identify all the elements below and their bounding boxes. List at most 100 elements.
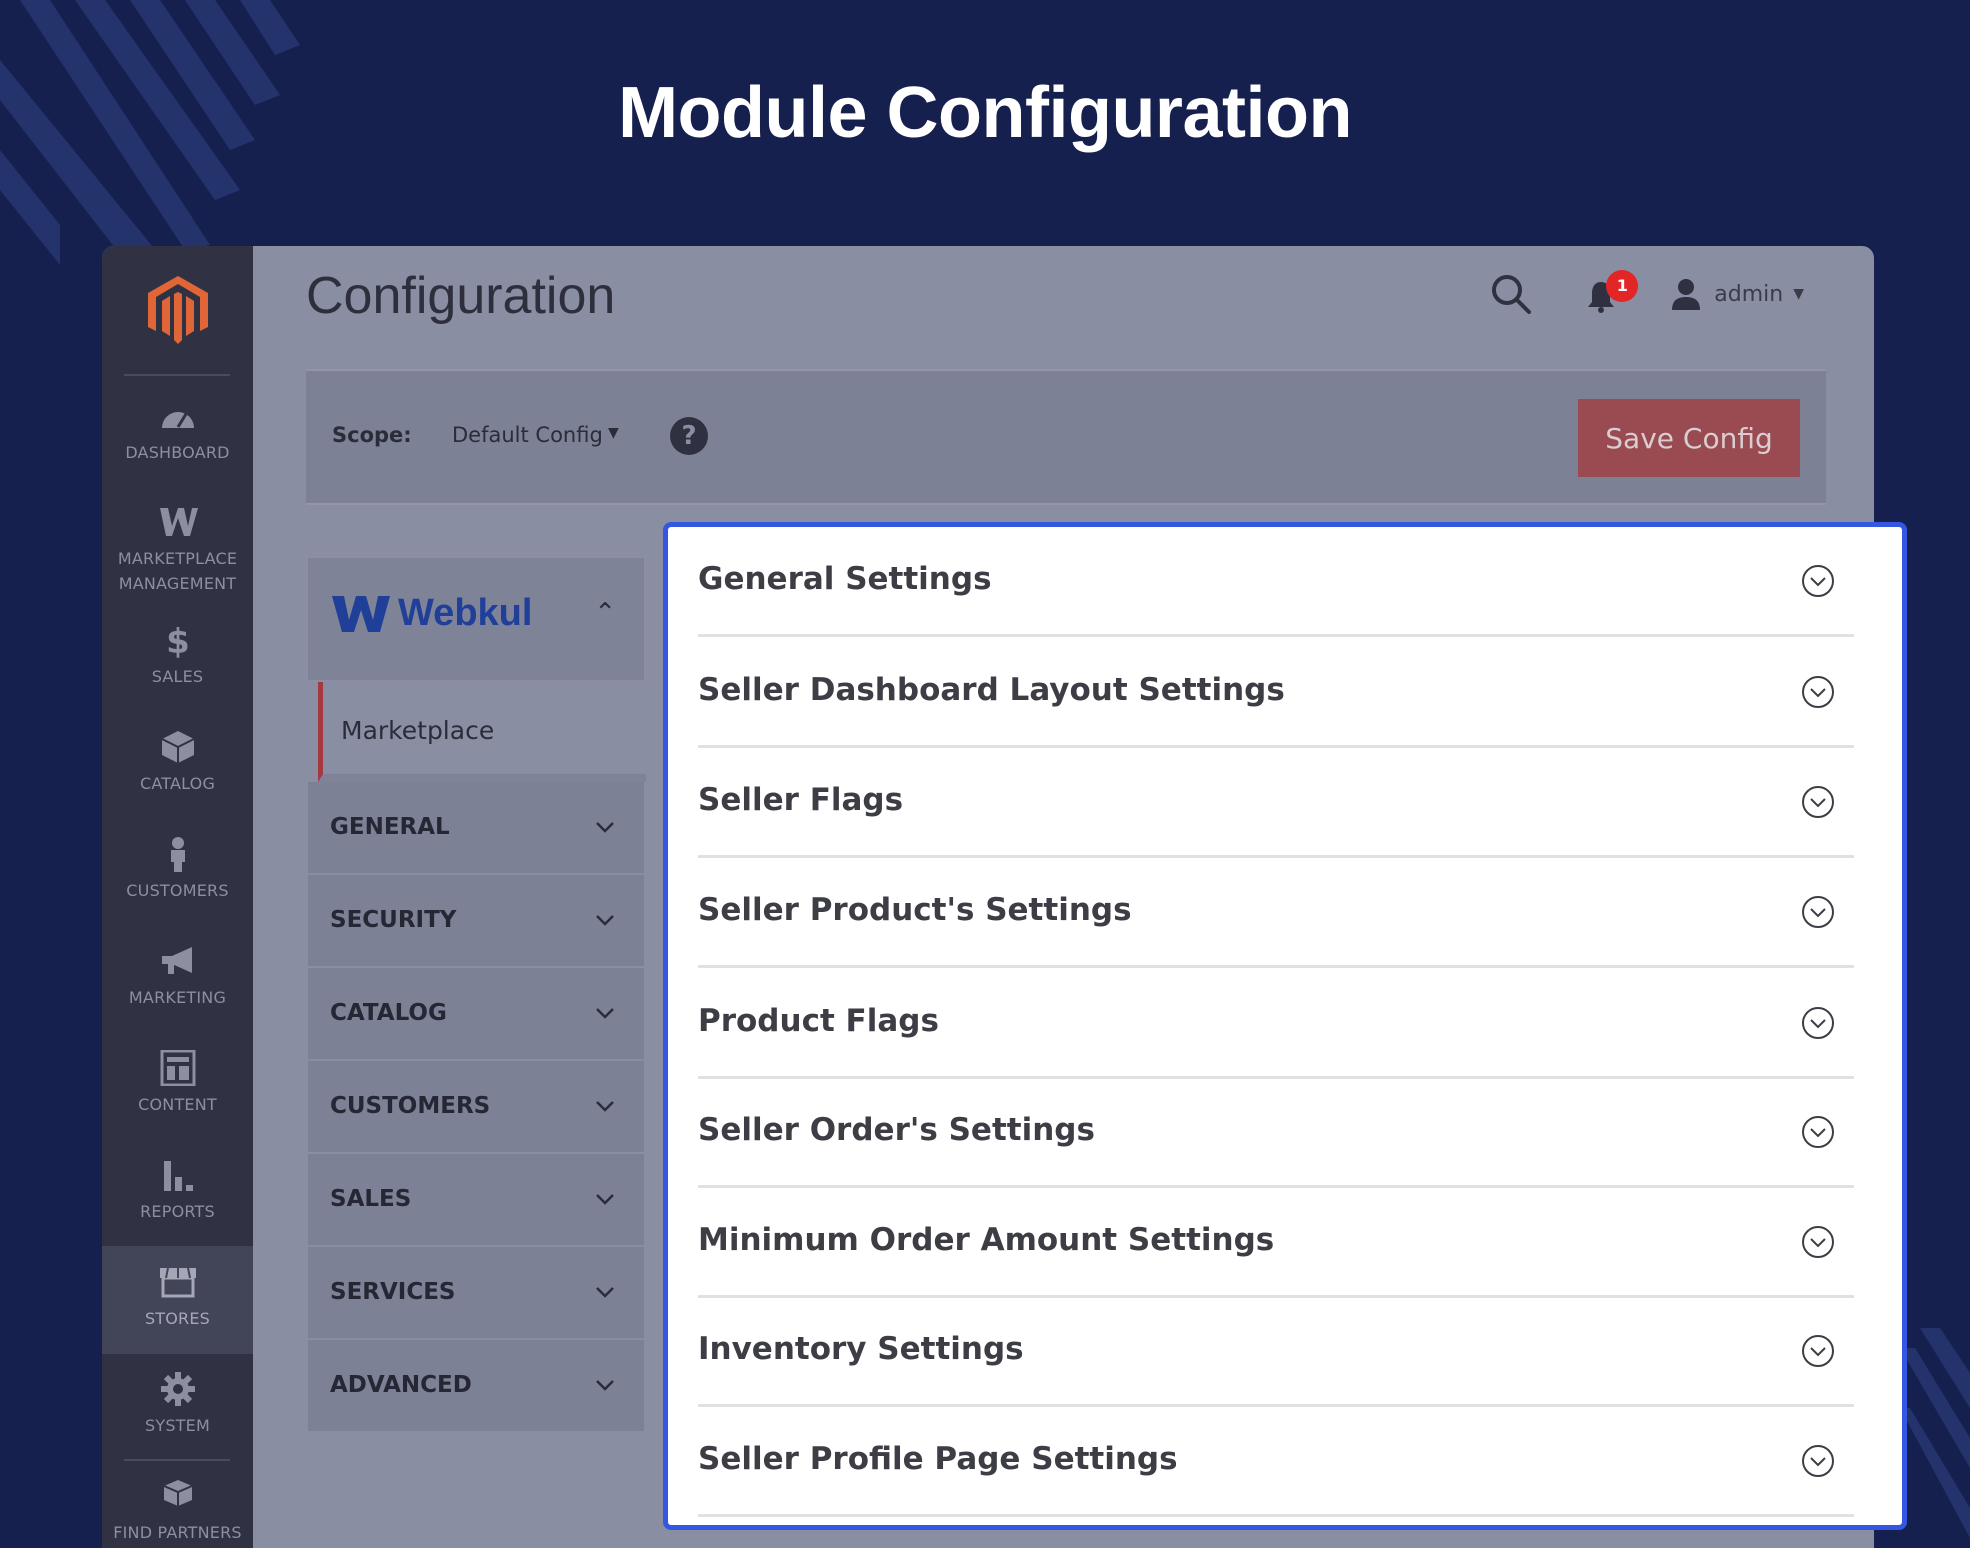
sidebar-item-label: DASHBOARD — [125, 443, 230, 462]
expand-circle-icon[interactable] — [1800, 784, 1836, 820]
chevron-down-icon — [596, 915, 614, 926]
settings-group-title: Seller Product's Settings — [698, 892, 1132, 928]
sidebar-item-label: MARKETING — [128, 988, 227, 1007]
config-section-catalog[interactable]: CATALOG — [306, 968, 646, 1061]
save-config-button[interactable]: Save Config — [1578, 399, 1800, 477]
store-icon — [159, 1267, 196, 1298]
expand-circle-icon[interactable] — [1800, 894, 1836, 930]
sidebar-divider — [124, 1459, 230, 1461]
expand-circle-icon[interactable] — [1800, 1114, 1836, 1150]
expand-circle-icon[interactable] — [1800, 674, 1836, 710]
svg-text:$: $ — [166, 622, 190, 658]
sidebar-item-marketplace-management[interactable]: MARKETPLACE MANAGEMENT — [102, 504, 253, 596]
config-section-advanced[interactable]: ADVANCED — [306, 1340, 646, 1433]
tab-marketplace[interactable]: Marketplace — [318, 682, 646, 782]
expand-circle-icon[interactable] — [1800, 1333, 1836, 1369]
settings-group-title: Inventory Settings — [698, 1331, 1024, 1367]
sidebar-item-stores[interactable]: STORES — [102, 1246, 253, 1354]
settings-panel: General Settings Seller Dashboard Layout … — [663, 522, 1907, 1530]
tab-label: Marketplace — [341, 716, 495, 745]
page-title: Configuration — [306, 267, 616, 325]
sidebar-item-label: MARKETPLACE MANAGEMENT — [117, 549, 238, 593]
sidebar-item-find-partners[interactable]: FIND PARTNERS — [102, 1478, 253, 1545]
config-section-label: ADVANCED — [330, 1372, 472, 1398]
chevron-down-icon — [596, 822, 614, 833]
settings-group-row[interactable]: Seller Flags — [698, 748, 1854, 858]
settings-group-row[interactable]: Minimum Order Amount Settings — [698, 1188, 1854, 1298]
config-tabs: Webkul ⌃ Marketplace GENERAL SECURITY CATA… — [306, 556, 646, 1433]
sidebar-item-label: SALES — [151, 667, 204, 686]
person-icon — [170, 837, 185, 872]
user-icon — [1672, 279, 1701, 310]
webkul-w-icon — [159, 508, 198, 536]
sidebar-item-sales[interactable]: $ SALES — [102, 622, 253, 689]
chevron-up-icon: ⌃ — [594, 598, 616, 628]
decorative-stripes-bottom-right — [1900, 1328, 1970, 1538]
notifications-button[interactable]: 1 — [1586, 270, 1639, 316]
sidebar-item-label: STORES — [144, 1309, 211, 1328]
search-icon[interactable] — [1486, 269, 1536, 319]
page-headline: Module Configuration — [618, 73, 1352, 153]
admin-sidebar: DASHBOARD MARKETPLACE MANAGEMENT $ SALES… — [102, 246, 253, 1548]
config-section-sales[interactable]: SALES — [306, 1154, 646, 1247]
config-section-label: CUSTOMERS — [330, 1093, 491, 1119]
config-section-label: SECURITY — [330, 907, 457, 933]
sidebar-item-label: CONTENT — [138, 1095, 217, 1114]
gear-icon — [160, 1372, 195, 1406]
bar-chart-icon — [163, 1161, 193, 1191]
sidebar-item-system[interactable]: SYSTEM — [102, 1371, 253, 1438]
magento-logo-icon[interactable] — [145, 274, 211, 346]
settings-group-row[interactable]: Seller Product's Settings — [698, 858, 1854, 968]
user-menu[interactable]: admin ▼ — [1670, 278, 1804, 310]
box-icon — [161, 731, 194, 763]
chevron-down-icon — [596, 1380, 614, 1391]
settings-group-row[interactable]: Seller Dashboard Layout Settings — [698, 638, 1854, 748]
webkul-w-icon — [332, 595, 390, 632]
settings-group-title: Seller Dashboard Layout Settings — [698, 672, 1285, 708]
sidebar-item-reports[interactable]: REPORTS — [102, 1157, 253, 1224]
settings-group-title: Seller Order's Settings — [698, 1112, 1095, 1148]
expand-circle-icon[interactable] — [1800, 1005, 1836, 1041]
expand-circle-icon[interactable] — [1800, 1443, 1836, 1479]
caret-down-icon[interactable]: ▼ — [608, 425, 619, 441]
dollar-icon: $ — [166, 622, 190, 658]
caret-down-icon: ▼ — [1793, 286, 1804, 302]
chevron-down-icon — [596, 1194, 614, 1205]
settings-group-row[interactable]: Seller Order's Settings — [698, 1078, 1854, 1188]
sidebar-item-label: FIND PARTNERS — [113, 1523, 242, 1542]
config-section-security[interactable]: SECURITY — [306, 875, 646, 968]
settings-group-title: Seller Profile Page Settings — [698, 1441, 1178, 1477]
config-section-list: GENERAL SECURITY CATALOG CUSTOMERS SALES SERV… — [306, 782, 646, 1433]
settings-group-row[interactable]: Product Flags — [698, 969, 1854, 1079]
sidebar-item-dashboard[interactable]: DASHBOARD — [102, 398, 253, 465]
config-section-label: CATALOG — [330, 1000, 447, 1026]
settings-group-title: Seller Flags — [698, 782, 904, 818]
config-section-general[interactable]: GENERAL — [306, 782, 646, 875]
sidebar-item-marketing[interactable]: MARKETING — [102, 943, 253, 1010]
layout-icon — [160, 1050, 195, 1086]
config-section-services[interactable]: SERVICES — [306, 1247, 646, 1340]
sidebar-item-customers[interactable]: CUSTOMERS — [102, 836, 253, 903]
sidebar-item-label: CUSTOMERS — [126, 881, 229, 900]
sidebar-item-content[interactable]: CONTENT — [102, 1050, 253, 1117]
sidebar-item-catalog[interactable]: CATALOG — [102, 729, 253, 796]
sidebar-item-label: REPORTS — [140, 1202, 215, 1221]
chevron-down-icon — [596, 1008, 614, 1019]
chevron-down-icon — [596, 1101, 614, 1112]
webkul-logo: Webkul — [332, 592, 532, 635]
chevron-down-icon — [596, 1287, 614, 1298]
help-icon[interactable]: ? — [670, 417, 708, 455]
config-section-label: SALES — [330, 1186, 412, 1212]
scope-switcher[interactable]: Default Config — [452, 423, 603, 447]
settings-group-row[interactable]: Inventory Settings — [698, 1297, 1854, 1407]
settings-group-row[interactable]: Seller Profile Page Settings — [698, 1407, 1854, 1517]
config-section-customers[interactable]: CUSTOMERS — [306, 1061, 646, 1154]
settings-group-title: General Settings — [698, 561, 992, 597]
notification-count-badge: 1 — [1606, 270, 1639, 302]
expand-circle-icon[interactable] — [1800, 1224, 1836, 1260]
settings-group-row[interactable]: General Settings — [698, 527, 1854, 637]
expand-circle-icon[interactable] — [1800, 563, 1836, 599]
tab-group-webkul[interactable]: Webkul ⌃ — [306, 556, 646, 682]
sidebar-item-label: CATALOG — [139, 774, 216, 793]
megaphone-icon — [161, 947, 192, 974]
